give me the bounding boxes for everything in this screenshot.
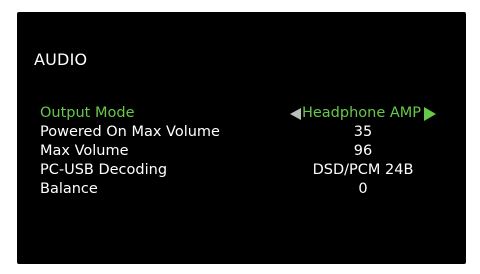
triangle-left-icon[interactable] xyxy=(289,107,301,120)
menu-item-pc-usb-decoding[interactable]: PC-USB Decoding DSD/PCM 24B xyxy=(17,161,466,180)
menu-item-output-mode[interactable]: Output Mode Headphone AMP xyxy=(17,104,466,123)
menu-item-label: Powered On Max Volume xyxy=(40,124,220,140)
menu-item-label: Balance xyxy=(40,181,98,197)
menu-item-value: 35 xyxy=(353,124,373,140)
page-title: AUDIO xyxy=(34,50,88,69)
device-screen: AUDIO Output Mode Headphone AMP Powered … xyxy=(17,12,466,264)
menu-item-label: PC-USB Decoding xyxy=(40,162,168,178)
menu-item-balance[interactable]: Balance 0 xyxy=(17,180,466,199)
menu-item-label: Max Volume xyxy=(40,143,129,159)
menu-item-powered-on-max-volume[interactable]: Powered On Max Volume 35 xyxy=(17,123,466,142)
menu-item-value: 0 xyxy=(358,181,368,197)
audio-menu: Output Mode Headphone AMP Powered On Max… xyxy=(17,104,466,199)
menu-item-value: Headphone AMP xyxy=(301,105,422,121)
menu-item-value: 96 xyxy=(353,143,373,159)
output-mode-selector[interactable]: Headphone AMP xyxy=(267,104,459,123)
menu-item-value: DSD/PCM 24B xyxy=(312,162,414,178)
menu-item-max-volume[interactable]: Max Volume 96 xyxy=(17,142,466,161)
triangle-right-icon[interactable] xyxy=(424,106,437,121)
menu-item-label: Output Mode xyxy=(40,105,135,121)
